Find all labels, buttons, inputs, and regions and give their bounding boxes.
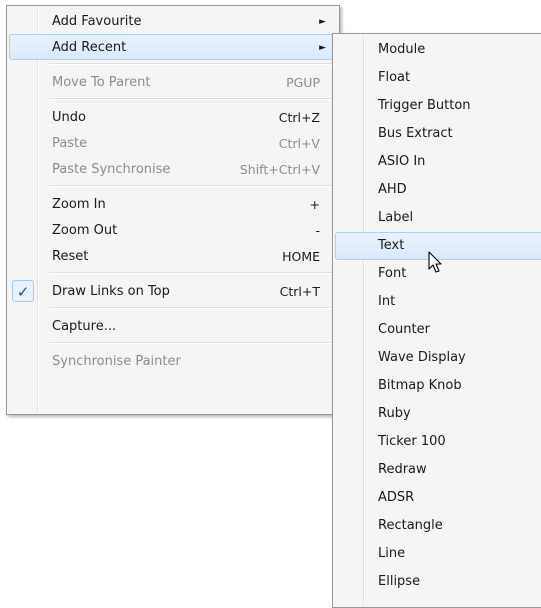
menu-item-label: Paste	[52, 136, 88, 151]
submenu-item-adsr[interactable]: ADSR	[335, 484, 541, 512]
menu-item-add-favourite[interactable]: Add Favourite ►	[9, 8, 337, 34]
menu-item-shortcut: PGUP	[286, 75, 320, 90]
submenu-arrow-icon: ►	[319, 43, 326, 53]
menu-item-shortcut: -	[315, 223, 320, 238]
submenu-item-int[interactable]: Int	[335, 288, 541, 316]
menu-item-undo[interactable]: Undo Ctrl+Z	[9, 104, 337, 130]
submenu-item-module[interactable]: Module	[335, 36, 541, 64]
menu-item-shortcut: Ctrl+Z	[278, 110, 320, 125]
menu-item-label: Add Favourite	[52, 14, 142, 29]
menu-item-label: Synchronise Painter	[52, 354, 181, 369]
menu-separator	[9, 182, 337, 191]
submenu-item-label: ASIO In	[378, 154, 426, 169]
submenu-item-label: Line	[378, 546, 406, 561]
submenu-item-bitmap-knob[interactable]: Bitmap Knob	[335, 372, 541, 400]
submenu-item-label: Wave Display	[378, 350, 466, 365]
submenu-item-rectangle[interactable]: Rectangle	[335, 512, 541, 540]
submenu-item-label: AHD	[378, 182, 407, 197]
menu-separator	[9, 269, 337, 278]
menu-separator	[9, 95, 337, 104]
submenu-item-trigger-button[interactable]: Trigger Button	[335, 92, 541, 120]
menu-item-label: Add Recent	[52, 40, 127, 55]
menu-item-reset[interactable]: Reset HOME	[9, 243, 337, 269]
submenu-item-label: Counter	[378, 322, 430, 337]
menu-item-shortcut: HOME	[282, 249, 320, 264]
submenu-item-float[interactable]: Float	[335, 64, 541, 92]
submenu-item-ticker-100[interactable]: Ticker 100	[335, 428, 541, 456]
submenu-item-wave-display[interactable]: Wave Display	[335, 344, 541, 372]
submenu-item-label: Ellipse	[378, 574, 421, 589]
menu-item-add-recent[interactable]: Add Recent ►	[9, 34, 337, 60]
context-menu: Add Favourite ► Add Recent ► Move To Par…	[6, 5, 340, 415]
submenu-item-ruby[interactable]: Ruby	[335, 400, 541, 428]
menu-item-draw-links-on-top[interactable]: ✓ Draw Links on Top Ctrl+T	[9, 278, 337, 304]
menu-item-shortcut: Ctrl+V	[278, 136, 320, 151]
menu-item-move-to-parent[interactable]: Move To Parent PGUP	[9, 69, 337, 95]
menu-item-paste-synchronise[interactable]: Paste Synchronise Shift+Ctrl+V	[9, 156, 337, 182]
menu-item-capture[interactable]: Capture...	[9, 313, 337, 339]
menu-separator	[9, 60, 337, 69]
submenu-item-counter[interactable]: Counter	[335, 316, 541, 344]
checkmark-icon: ✓	[12, 280, 34, 302]
mouse-pointer-icon	[428, 251, 442, 273]
submenu-item-label: Label	[378, 210, 414, 225]
menu-item-label: Undo	[52, 110, 86, 125]
menu-item-paste[interactable]: Paste Ctrl+V	[9, 130, 337, 156]
menu-item-shortcut: Ctrl+T	[279, 284, 320, 299]
menu-item-zoom-out[interactable]: Zoom Out -	[9, 217, 337, 243]
submenu-item-label-module[interactable]: Label	[335, 204, 541, 232]
menu-item-zoom-in[interactable]: Zoom In +	[9, 191, 337, 217]
menu-separator	[9, 339, 337, 348]
menu-item-label: Draw Links on Top	[52, 284, 170, 299]
menu-item-label: Paste Synchronise	[52, 162, 171, 177]
submenu-item-label: Bitmap Knob	[378, 378, 462, 393]
submenu-item-label: Redraw	[378, 462, 427, 477]
menu-item-shortcut: Shift+Ctrl+V	[239, 162, 320, 177]
submenu-item-label: Ticker 100	[378, 434, 446, 449]
submenu-item-ellipse[interactable]: Ellipse	[335, 568, 541, 596]
menu-item-label: Reset	[52, 249, 89, 264]
submenu-arrow-icon: ►	[319, 17, 326, 27]
add-recent-submenu: Module Float Trigger Button Bus Extract …	[332, 33, 541, 608]
menu-item-label: Zoom In	[52, 197, 106, 212]
submenu-item-bus-extract[interactable]: Bus Extract	[335, 120, 541, 148]
menu-item-shortcut: +	[309, 197, 320, 212]
submenu-item-label: Trigger Button	[378, 98, 471, 113]
menu-item-label: Zoom Out	[52, 223, 118, 238]
menu-item-label: Move To Parent	[52, 75, 151, 90]
menu-item-synchronise-painter[interactable]: Synchronise Painter	[9, 348, 337, 374]
submenu-item-label: ADSR	[378, 490, 415, 505]
submenu-item-redraw[interactable]: Redraw	[335, 456, 541, 484]
submenu-item-label: Rectangle	[378, 518, 443, 533]
submenu-item-asio-in[interactable]: ASIO In	[335, 148, 541, 176]
submenu-item-label: Module	[378, 42, 426, 57]
submenu-item-label: Text	[378, 238, 405, 253]
submenu-item-label: Int	[378, 294, 396, 309]
submenu-item-label: Font	[378, 266, 407, 281]
menu-separator	[9, 304, 337, 313]
submenu-item-line[interactable]: Line	[335, 540, 541, 568]
submenu-item-label: Ruby	[378, 406, 411, 421]
submenu-item-label: Float	[378, 70, 411, 85]
menu-item-label: Capture...	[52, 319, 117, 334]
submenu-item-label: Bus Extract	[378, 126, 453, 141]
submenu-item-ahd[interactable]: AHD	[335, 176, 541, 204]
